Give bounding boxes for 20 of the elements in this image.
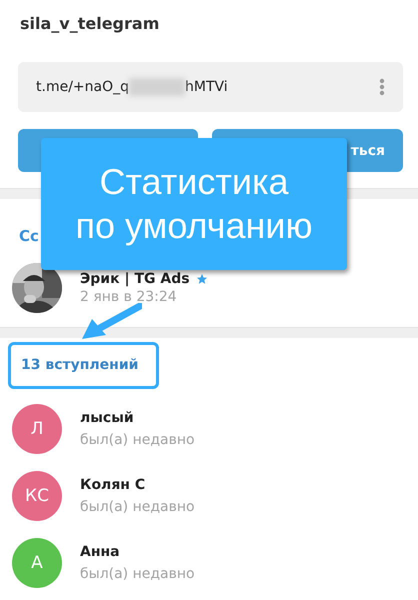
member-status: был(а) недавно xyxy=(80,432,195,448)
invite-link-end: hMTVi xyxy=(185,79,228,95)
section-label: Сс xyxy=(19,227,39,245)
member-status: был(а) недавно xyxy=(80,499,195,515)
more-options-icon[interactable] xyxy=(379,78,385,96)
avatar: А xyxy=(12,538,62,588)
creator-name: Эрик | TG Ads xyxy=(80,271,190,287)
callout-text: Статистика xyxy=(99,160,289,204)
member-name: Анна xyxy=(80,544,121,560)
joins-count: 13 вступлений xyxy=(8,342,159,389)
member-name: Колян С xyxy=(80,477,146,493)
created-date: 2 янв в 23:24 xyxy=(80,289,178,305)
invite-link-start: t.me/+naO_q xyxy=(36,79,129,95)
avatar: КС xyxy=(12,471,62,521)
callout-text: по умолчанию xyxy=(75,204,313,248)
invite-link-field[interactable]: t.me/+naO_q hMTVi xyxy=(18,62,403,112)
member-status: был(а) недавно xyxy=(80,566,195,582)
avatar: Л xyxy=(12,404,62,454)
member-name: лысый xyxy=(80,410,135,426)
channel-title: sila_v_telegram xyxy=(19,13,160,35)
